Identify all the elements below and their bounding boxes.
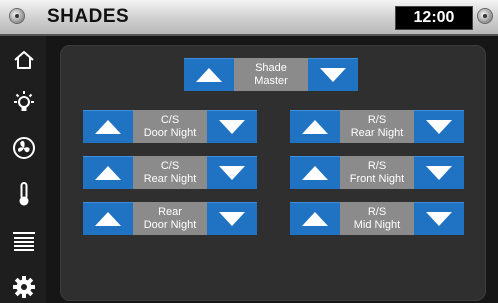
- clock-display: 12:00: [395, 6, 473, 30]
- rear-door-night-control: Rear Door Night: [83, 202, 257, 235]
- shade-master-label-line1: Shade: [255, 61, 287, 74]
- rs-rear-night-control: R/S Rear Night: [290, 110, 464, 143]
- rs-front-night-up-button[interactable]: [290, 156, 340, 189]
- cs-door-night-label: C/S Door Night: [133, 110, 207, 143]
- title-bar: SHADES 12:00: [0, 0, 498, 36]
- shade-master-down-button[interactable]: [308, 58, 358, 91]
- shade-master-label: Shade Master: [234, 58, 308, 91]
- rs-front-night-down-button[interactable]: [414, 156, 464, 189]
- rear-door-night-up-button[interactable]: [83, 202, 133, 235]
- screw-right-icon: [478, 9, 492, 23]
- rs-front-night-control: R/S Front Night: [290, 156, 464, 189]
- fan-icon[interactable]: [8, 132, 40, 164]
- cs-door-night-up-button[interactable]: [83, 110, 133, 143]
- rear-door-night-down-button[interactable]: [207, 202, 257, 235]
- rs-mid-night-label: R/S Mid Night: [340, 202, 414, 235]
- rs-rear-night-label-line1: R/S: [367, 113, 387, 126]
- rs-mid-night-label-line2: Mid Night: [353, 218, 401, 231]
- shade-master-up-button[interactable]: [184, 58, 234, 91]
- screen-frame: SHADES 12:00 Shade Master C/S Door Night…: [0, 0, 498, 303]
- home-icon[interactable]: [8, 44, 40, 76]
- gear-icon[interactable]: [8, 271, 40, 303]
- cs-door-night-down-button[interactable]: [207, 110, 257, 143]
- rear-door-night-label-line1: Rear: [158, 205, 182, 218]
- lightbulb-icon[interactable]: [8, 86, 40, 118]
- cs-rear-night-control: C/S Rear Night: [83, 156, 257, 189]
- cs-rear-night-label: C/S Rear Night: [133, 156, 207, 189]
- shade-master-control: Shade Master: [184, 58, 358, 91]
- rs-rear-night-down-button[interactable]: [414, 110, 464, 143]
- shades-icon[interactable]: [8, 226, 40, 258]
- cs-door-night-label-line2: Door Night: [143, 126, 197, 139]
- rs-mid-night-control: R/S Mid Night: [290, 202, 464, 235]
- page-title: SHADES: [47, 6, 130, 27]
- rs-rear-night-up-button[interactable]: [290, 110, 340, 143]
- rear-door-night-label-line2: Door Night: [143, 218, 197, 231]
- cs-door-night-control: C/S Door Night: [83, 110, 257, 143]
- rs-rear-night-label: R/S Rear Night: [340, 110, 414, 143]
- shade-master-label-line2: Master: [254, 74, 288, 87]
- cs-rear-night-label-line1: C/S: [160, 159, 180, 172]
- shade-panel: Shade Master C/S Door Night R/S Rear Nig…: [60, 45, 486, 301]
- thermometer-icon[interactable]: [8, 178, 40, 210]
- rs-front-night-label-line2: Front Night: [349, 172, 405, 185]
- screw-left-icon: [10, 9, 24, 23]
- rs-mid-night-label-line1: R/S: [367, 205, 387, 218]
- rs-front-night-label-line1: R/S: [367, 159, 387, 172]
- cs-door-night-label-line1: C/S: [160, 113, 180, 126]
- rs-mid-night-up-button[interactable]: [290, 202, 340, 235]
- cs-rear-night-up-button[interactable]: [83, 156, 133, 189]
- rs-mid-night-down-button[interactable]: [414, 202, 464, 235]
- rs-rear-night-label-line2: Rear Night: [350, 126, 404, 139]
- cs-rear-night-label-line2: Rear Night: [143, 172, 197, 185]
- cs-rear-night-down-button[interactable]: [207, 156, 257, 189]
- rear-door-night-label: Rear Door Night: [133, 202, 207, 235]
- rs-front-night-label: R/S Front Night: [340, 156, 414, 189]
- sidebar: [0, 36, 46, 303]
